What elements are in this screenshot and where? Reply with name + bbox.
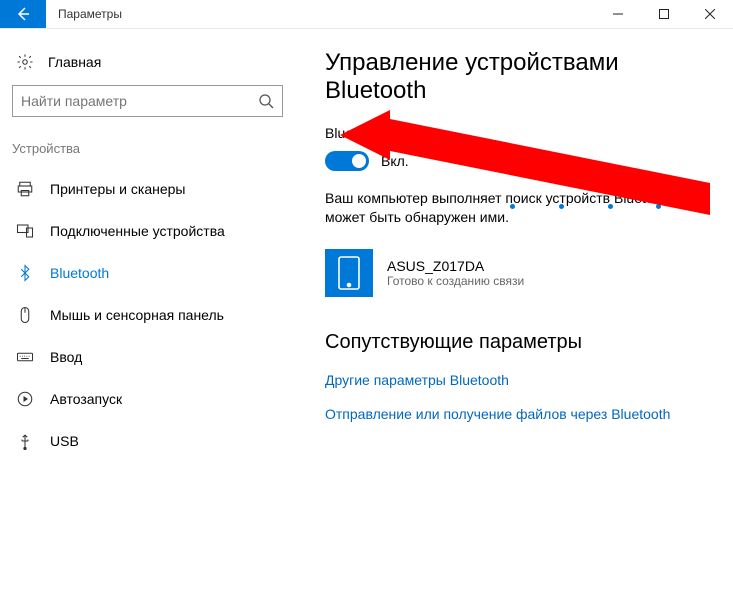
home-link[interactable]: Главная xyxy=(12,47,283,85)
gear-icon xyxy=(16,53,34,71)
back-button[interactable] xyxy=(0,0,46,28)
search-box[interactable] xyxy=(12,85,283,117)
category-label: Устройства xyxy=(12,141,283,168)
devices-icon xyxy=(16,222,34,240)
window-title: Параметры xyxy=(46,0,595,28)
keyboard-icon xyxy=(16,348,34,366)
titlebar: Параметры xyxy=(0,0,733,29)
toggle-knob xyxy=(352,154,366,168)
sidebar-item-label: Принтеры и сканеры xyxy=(50,181,185,197)
toggle-section-label: Bluetooth xyxy=(325,125,711,141)
search-input[interactable] xyxy=(21,93,258,109)
sidebar-item-bluetooth[interactable]: Bluetooth xyxy=(12,252,283,294)
close-button[interactable] xyxy=(687,0,733,28)
link-send-receive[interactable]: Отправление или получение файлов через B… xyxy=(325,406,711,422)
mouse-icon xyxy=(16,306,34,324)
link-more-bluetooth[interactable]: Другие параметры Bluetooth xyxy=(325,372,711,388)
printer-icon xyxy=(16,180,34,198)
sidebar-item-label: Мышь и сенсорная панель xyxy=(50,307,224,323)
sidebar-item-label: Ввод xyxy=(50,349,82,365)
sidebar-item-label: Bluetooth xyxy=(50,265,109,281)
sidebar-item-mouse[interactable]: Мышь и сенсорная панель xyxy=(12,294,283,336)
sidebar-item-printers[interactable]: Принтеры и сканеры xyxy=(12,168,283,210)
sidebar-item-connected[interactable]: Подключенные устройства xyxy=(12,210,283,252)
main-panel: Управление устройствами Bluetooth Blueto… xyxy=(295,29,733,607)
sidebar-item-label: Автозапуск xyxy=(50,391,122,407)
sidebar-item-label: Подключенные устройства xyxy=(50,223,225,239)
related-title: Сопутствующие параметры xyxy=(325,331,711,354)
autoplay-icon xyxy=(16,390,34,408)
device-tile[interactable]: ASUS_Z017DA Готово к созданию связи xyxy=(325,249,711,297)
toggle-state-label: Вкл. xyxy=(381,153,409,169)
sidebar-item-typing[interactable]: Ввод xyxy=(12,336,283,378)
bluetooth-toggle[interactable] xyxy=(325,151,369,171)
search-icon xyxy=(258,93,274,109)
sidebar-item-label: USB xyxy=(50,433,79,449)
phone-icon xyxy=(325,249,373,297)
home-label: Главная xyxy=(48,54,101,70)
window-controls xyxy=(595,0,733,28)
device-name: ASUS_Z017DA xyxy=(387,258,524,274)
usb-icon xyxy=(16,432,34,450)
progress-dots xyxy=(510,204,710,209)
device-status: Готово к созданию связи xyxy=(387,274,524,288)
page-title: Управление устройствами Bluetooth xyxy=(325,49,711,105)
bluetooth-icon xyxy=(16,264,34,282)
maximize-button[interactable] xyxy=(641,0,687,28)
sidebar-item-usb[interactable]: USB xyxy=(12,420,283,462)
sidebar: Главная Устройства Принтеры и сканеры По… xyxy=(0,29,295,607)
minimize-button[interactable] xyxy=(595,0,641,28)
sidebar-item-autoplay[interactable]: Автозапуск xyxy=(12,378,283,420)
